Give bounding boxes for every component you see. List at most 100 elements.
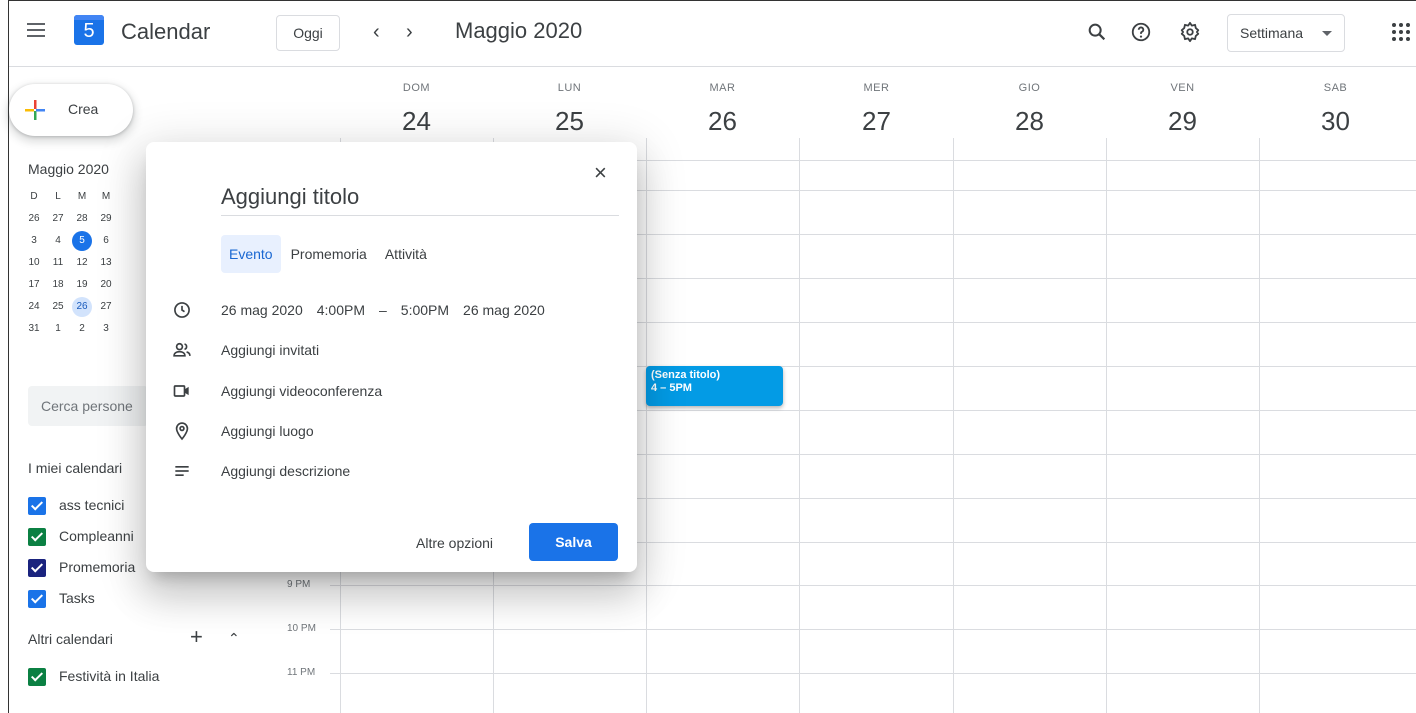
mini-day-today[interactable]: 5 (70, 230, 94, 252)
add-video-label: Aggiungi videoconferenza (221, 383, 383, 399)
next-week-button[interactable]: › (406, 21, 413, 44)
mini-day[interactable]: 10 (22, 252, 46, 274)
day-number[interactable]: 30 (1259, 106, 1412, 137)
mini-day[interactable]: 20 (94, 274, 118, 296)
current-period-title: Maggio 2020 (455, 18, 583, 43)
grid-column-line (953, 138, 954, 713)
create-button-label: Crea (68, 101, 99, 117)
tab-evento[interactable]: Evento (221, 235, 281, 273)
end-date-field[interactable]: 26 mag 2020 (463, 302, 545, 318)
day-header-sunday[interactable]: DOM 24 (340, 82, 493, 137)
mini-day[interactable]: 11 (46, 252, 70, 274)
checkbox-icon[interactable] (28, 528, 46, 546)
draft-event[interactable]: (Senza titolo) 4 – 5PM (646, 366, 783, 406)
my-calendars-title[interactable]: I miei calendari (28, 460, 122, 476)
create-button[interactable]: Crea (9, 84, 133, 136)
mini-day[interactable]: 3 (94, 318, 118, 340)
add-other-calendar-plus-icon[interactable]: + (190, 624, 203, 650)
day-name: GIO (1018, 82, 1041, 94)
save-button[interactable]: Salva (529, 523, 618, 561)
settings-gear-icon[interactable] (1179, 21, 1201, 43)
add-location-label: Aggiungi luogo (221, 423, 314, 439)
add-description-label: Aggiungi descrizione (221, 463, 351, 479)
calendar-item-label: Festività in Italia (59, 668, 160, 684)
help-icon[interactable] (1130, 21, 1152, 43)
day-name: SAB (1323, 82, 1348, 94)
tab-promemoria[interactable]: Promemoria (283, 235, 375, 273)
grid-hour-line (340, 673, 1416, 674)
add-guests-label: Aggiungi invitati (221, 342, 320, 358)
day-header-thursday[interactable]: GIO 28 (953, 82, 1106, 137)
mini-day[interactable]: 27 (94, 296, 118, 318)
mini-weekday-header: M (101, 191, 111, 202)
mini-day[interactable]: 6 (94, 230, 118, 252)
day-number[interactable]: 24 (340, 106, 493, 137)
mini-day[interactable]: 28 (70, 208, 94, 230)
checkbox-icon[interactable] (28, 497, 46, 515)
mini-day[interactable]: 18 (46, 274, 70, 296)
search-icon[interactable] (1086, 21, 1108, 43)
grid-hour-line (340, 585, 1416, 586)
time-tick (330, 673, 340, 674)
view-selector-label: Settimana (1240, 25, 1304, 41)
today-button[interactable]: Oggi (276, 15, 340, 51)
event-time: 4 – 5PM (651, 382, 692, 394)
close-icon[interactable]: × (594, 160, 607, 186)
day-header-saturday[interactable]: SAB 30 (1259, 82, 1412, 137)
day-header-wednesday[interactable]: MER 27 (800, 82, 953, 137)
grid-hour-line (340, 629, 1416, 630)
mini-day[interactable]: 2 (70, 318, 94, 340)
mini-day[interactable]: 27 (46, 208, 70, 230)
other-calendars-title[interactable]: Altri calendari (28, 631, 113, 647)
previous-week-button[interactable]: ‹ (373, 21, 380, 44)
mini-day[interactable]: 12 (70, 252, 94, 274)
mini-weekday-header: M (77, 191, 87, 202)
mini-day[interactable]: 17 (22, 274, 46, 296)
grid-column-line (1259, 138, 1260, 713)
start-date-field[interactable]: 26 mag 2020 (221, 302, 303, 318)
description-lines-icon (175, 466, 189, 476)
day-number[interactable]: 28 (953, 106, 1106, 137)
apps-grid-icon[interactable] (1392, 23, 1410, 41)
mini-day[interactable]: 24 (22, 296, 46, 318)
mini-day[interactable]: 13 (94, 252, 118, 274)
day-header-tuesday[interactable]: MAR 26 (646, 82, 799, 137)
mini-day[interactable]: 4 (46, 230, 70, 252)
mini-weekday-header: D (30, 191, 38, 202)
mini-day[interactable]: 29 (94, 208, 118, 230)
day-number[interactable]: 26 (646, 106, 799, 137)
checkbox-icon[interactable] (28, 668, 46, 686)
mini-day[interactable]: 25 (46, 296, 70, 318)
start-time-field[interactable]: 4:00PM (317, 302, 365, 318)
day-number[interactable]: 29 (1106, 106, 1259, 137)
mini-day[interactable]: 31 (22, 318, 46, 340)
dropdown-caret-icon (1322, 31, 1332, 36)
day-number[interactable]: 25 (493, 106, 646, 137)
end-time-field[interactable]: 5:00PM (401, 302, 449, 318)
event-type-tabs: Evento Promemoria Attività (221, 235, 437, 273)
mini-day[interactable]: 19 (70, 274, 94, 296)
grid-column-line (646, 138, 647, 713)
mini-day-selected[interactable]: 26 (70, 296, 94, 318)
mini-day-selected-label: 26 (72, 297, 92, 317)
event-title-input[interactable]: Aggiungi titolo (221, 184, 619, 216)
collapse-chevron-up-icon[interactable]: ⌃ (228, 630, 240, 647)
view-selector-dropdown[interactable]: Settimana (1227, 14, 1345, 52)
mini-day[interactable]: 1 (46, 318, 70, 340)
search-people-input[interactable]: Cerca persone (28, 386, 148, 426)
main-menu-icon[interactable] (27, 23, 45, 37)
video-camera-icon (173, 385, 189, 397)
day-header-friday[interactable]: VEN 29 (1106, 82, 1259, 137)
more-options-button[interactable]: Altre opzioni (416, 535, 493, 551)
mini-day[interactable]: 26 (22, 208, 46, 230)
day-header-monday[interactable]: LUN 25 (493, 82, 646, 137)
checkbox-icon[interactable] (28, 590, 46, 608)
clock-icon (174, 302, 190, 318)
tab-attivita[interactable]: Attività (377, 235, 435, 273)
quick-event-dialog: × Aggiungi titolo Evento Promemoria Atti… (146, 142, 637, 572)
app-title: Calendar (121, 19, 211, 44)
checkbox-icon[interactable] (28, 559, 46, 577)
day-number[interactable]: 27 (800, 106, 953, 137)
time-tick (330, 629, 340, 630)
mini-day[interactable]: 3 (22, 230, 46, 252)
